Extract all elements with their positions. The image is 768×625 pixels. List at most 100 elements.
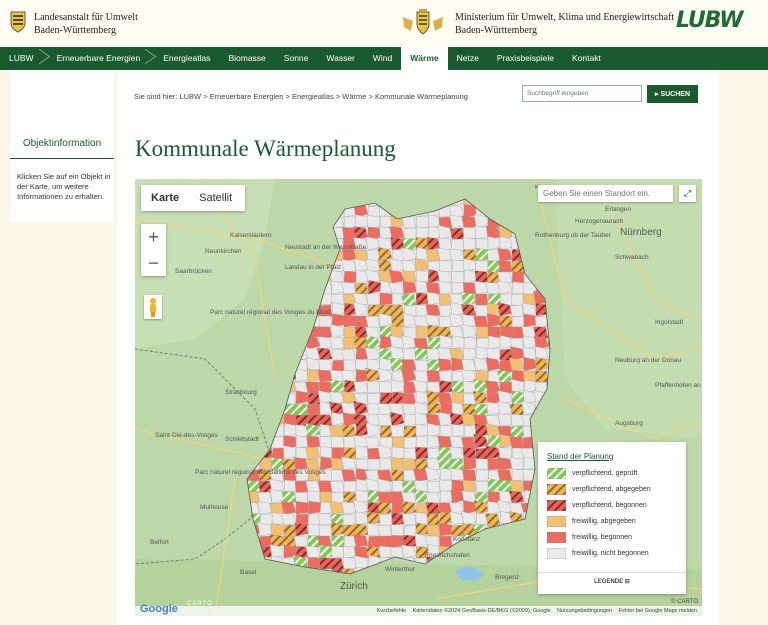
municipality[interactable] [343, 447, 357, 460]
breadcrumb[interactable]: Sie sind hier: LUBW > Erneuerbare Energi… [134, 92, 468, 101]
municipality[interactable] [426, 524, 441, 537]
municipality[interactable] [402, 237, 417, 251]
municipality[interactable] [401, 458, 417, 471]
municipality[interactable] [461, 215, 477, 229]
municipality[interactable] [451, 259, 465, 273]
municipality[interactable] [497, 413, 513, 427]
municipality[interactable] [365, 293, 381, 306]
municipality[interactable] [367, 226, 381, 240]
municipality[interactable] [451, 335, 465, 350]
municipality[interactable] [343, 271, 357, 284]
municipality[interactable] [317, 480, 333, 493]
municipality[interactable] [415, 423, 429, 438]
municipality[interactable] [474, 293, 489, 306]
nav-wasser[interactable]: Wasser [317, 47, 364, 70]
municipality[interactable] [341, 259, 357, 273]
municipality[interactable] [439, 479, 453, 493]
municipality[interactable] [402, 347, 417, 361]
municipality[interactable] [379, 392, 393, 405]
municipality[interactable] [473, 315, 489, 328]
nav-praxisbeispiele[interactable]: Praxisbeispiele [488, 47, 563, 70]
municipality[interactable] [450, 227, 465, 241]
municipality[interactable] [487, 236, 501, 251]
municipality[interactable] [487, 335, 501, 350]
municipality[interactable] [341, 469, 357, 482]
municipality[interactable] [509, 436, 525, 449]
municipality[interactable] [415, 390, 429, 405]
municipality[interactable] [438, 260, 453, 273]
municipality[interactable] [365, 315, 381, 328]
municipality[interactable] [329, 336, 345, 350]
municipality[interactable] [318, 359, 333, 372]
municipality[interactable] [295, 390, 309, 405]
municipality[interactable] [318, 524, 333, 537]
tab-karte[interactable]: Karte [141, 185, 189, 211]
municipality[interactable] [307, 557, 321, 570]
municipality[interactable] [509, 304, 525, 317]
municipality[interactable] [451, 423, 465, 438]
municipality[interactable] [475, 260, 489, 273]
municipality[interactable] [366, 392, 381, 405]
municipality[interactable] [367, 522, 381, 537]
municipality[interactable] [401, 500, 417, 515]
municipality[interactable] [462, 479, 477, 493]
municipality[interactable] [283, 524, 297, 537]
keyboard-shortcuts-link[interactable]: Kurzbefehle [377, 608, 406, 614]
municipality[interactable] [475, 447, 489, 461]
municipality[interactable] [415, 216, 429, 229]
municipality[interactable] [403, 447, 417, 460]
municipality[interactable] [511, 468, 525, 482]
municipality[interactable] [498, 260, 513, 273]
municipality[interactable] [343, 480, 357, 494]
municipality[interactable] [305, 480, 321, 493]
municipality[interactable] [391, 436, 406, 449]
municipality[interactable] [401, 513, 417, 526]
municipality[interactable] [427, 359, 441, 372]
municipality[interactable] [318, 336, 333, 350]
municipality[interactable] [509, 457, 525, 471]
municipality[interactable] [403, 413, 417, 427]
municipality[interactable] [425, 491, 441, 504]
nav-erneuerbare-energien[interactable]: Erneuerbare Energien [48, 47, 155, 70]
municipality[interactable] [295, 435, 309, 449]
municipality[interactable] [330, 436, 345, 449]
municipality[interactable] [402, 280, 417, 295]
municipality[interactable] [317, 326, 333, 339]
municipality[interactable] [439, 522, 453, 537]
nav-netze[interactable]: Netze [448, 47, 488, 70]
municipality[interactable] [475, 469, 489, 482]
municipality[interactable] [451, 391, 465, 405]
municipality[interactable] [353, 381, 369, 394]
municipality[interactable] [437, 358, 453, 372]
municipality[interactable] [319, 491, 333, 504]
municipality[interactable] [451, 380, 465, 394]
google-logo[interactable]: Google [140, 603, 178, 615]
search-button[interactable]: ▸ SUCHEN [647, 85, 698, 103]
municipality[interactable] [341, 281, 357, 295]
municipality[interactable] [378, 513, 393, 527]
municipality[interactable] [485, 513, 501, 526]
municipality[interactable] [461, 359, 477, 372]
municipality[interactable] [341, 424, 357, 438]
municipality[interactable] [439, 535, 453, 548]
municipality[interactable] [450, 238, 465, 251]
nav-sonne[interactable]: Sonne [275, 47, 318, 70]
municipality[interactable] [414, 446, 429, 460]
municipality[interactable] [391, 446, 405, 460]
municipality[interactable] [391, 469, 405, 482]
map-view[interactable]: Kaiserslautern Neunkirchen Saarbrücken Neus… [135, 179, 702, 616]
municipality[interactable] [403, 524, 417, 537]
zoom-out-button[interactable]: − [141, 250, 166, 276]
municipality[interactable] [294, 403, 309, 416]
terms-link[interactable]: Nutzungsbedingungen [557, 608, 612, 614]
municipality[interactable] [331, 545, 345, 559]
lubw-logo[interactable]: LUBW [676, 8, 744, 33]
municipality[interactable] [451, 271, 465, 284]
fullscreen-icon[interactable]: ⤢ [679, 185, 696, 202]
municipality[interactable] [414, 370, 429, 383]
municipality[interactable] [462, 469, 477, 482]
municipality[interactable] [403, 436, 417, 449]
municipality[interactable] [401, 480, 417, 493]
municipality[interactable] [523, 335, 537, 350]
municipality[interactable] [317, 369, 333, 383]
